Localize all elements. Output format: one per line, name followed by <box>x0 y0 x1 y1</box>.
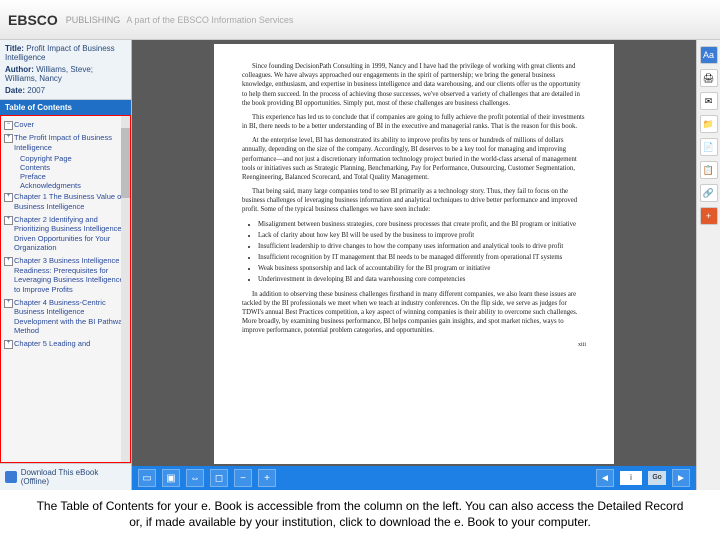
page-bullet: Weak business sponsorship and lack of ac… <box>258 264 586 273</box>
app-header: EBSCO PUBLISHING A part of the EBSCO Inf… <box>0 0 720 40</box>
fit-page-icon[interactable]: ◻ <box>210 469 228 487</box>
toc-item[interactable]: The Profit Impact of Business Intelligen… <box>4 131 127 154</box>
toc-item[interactable]: Cover <box>4 118 127 131</box>
date-label: Date: <box>5 86 25 95</box>
toc-item[interactable]: Chapter 1 The Business Value of Business… <box>4 190 127 213</box>
page-para: That being said, many large companies te… <box>242 187 586 215</box>
page-number: xiii <box>242 341 586 349</box>
view-double-icon[interactable]: ▣ <box>162 469 180 487</box>
page-bullet: Lack of clarity about how key BI will be… <box>258 231 586 240</box>
toc-scrollbar[interactable] <box>121 116 130 462</box>
caption-text: The Table of Contents for your e. Book i… <box>0 490 720 530</box>
toc-heading: Table of Contents <box>0 100 131 115</box>
next-page-icon[interactable]: ► <box>672 469 690 487</box>
permalink-icon[interactable]: 🔗 <box>700 184 718 202</box>
logo-publishing: PUBLISHING <box>66 15 121 25</box>
download-label: Download This eBook (Offline) <box>21 468 126 486</box>
toc-item[interactable]: Chapter 2 Identifying and Prioritizing B… <box>4 213 127 255</box>
email-icon[interactable]: ✉ <box>700 92 718 110</box>
toc-item[interactable]: Chapter 4 Business-Centric Business Inte… <box>4 296 127 338</box>
page-input[interactable]: i <box>620 471 642 485</box>
tagline: A part of the EBSCO Information Services <box>126 15 293 25</box>
zoom-in-icon[interactable]: + <box>258 469 276 487</box>
page-bullet: Underinvestment in developing BI and dat… <box>258 275 586 284</box>
author-label: Author: <box>5 65 34 74</box>
page-para: This experience has led us to conclude t… <box>242 113 586 131</box>
view-single-icon[interactable]: ▭ <box>138 469 156 487</box>
toc-item[interactable]: Acknowledgments <box>4 181 127 190</box>
title-label: Title: <box>5 44 24 53</box>
page-content: Since founding DecisionPath Consulting i… <box>214 44 614 464</box>
page-bullet: Insufficient recognition by IT managemen… <box>258 253 586 262</box>
font-tool-icon[interactable]: Aa <box>700 46 718 64</box>
print-icon[interactable]: 🖨 <box>700 69 718 87</box>
left-sidebar: Title: Profit Impact of Business Intelli… <box>0 40 132 490</box>
toc-item[interactable]: Copyright Page <box>4 154 127 163</box>
logo-ebsco: EBSCO <box>8 12 58 28</box>
book-metadata: Title: Profit Impact of Business Intelli… <box>0 40 131 100</box>
page-bullet: Insufficient leadership to drive changes… <box>258 242 586 251</box>
date-value: 2007 <box>27 86 45 95</box>
prev-page-icon[interactable]: ◄ <box>596 469 614 487</box>
reader-pane: Since founding DecisionPath Consulting i… <box>132 40 696 490</box>
toc-item[interactable]: Chapter 5 Leading and <box>4 337 127 350</box>
fit-width-icon[interactable]: ⇔ <box>186 469 204 487</box>
toc-item[interactable]: Chapter 3 Business Intelligence Readines… <box>4 254 127 296</box>
cite-icon[interactable]: 📋 <box>700 161 718 179</box>
go-button[interactable]: Go <box>648 471 666 485</box>
right-toolbar: Aa 🖨 ✉ 📁 📄 📋 🔗 + <box>696 40 720 490</box>
share-icon[interactable]: + <box>700 207 718 225</box>
reader-toolbar: ▭ ▣ ⇔ ◻ − + ◄ i Go ► <box>132 466 696 490</box>
toc-item[interactable]: Contents <box>4 163 127 172</box>
toc-item[interactable]: Preface <box>4 172 127 181</box>
folder-icon[interactable]: 📁 <box>700 115 718 133</box>
page-bullet: Misalignment between business strategies… <box>258 220 586 229</box>
download-icon <box>5 471 17 483</box>
save-page-icon[interactable]: 📄 <box>700 138 718 156</box>
download-ebook-button[interactable]: Download This eBook (Offline) <box>0 463 131 490</box>
page-para: Since founding DecisionPath Consulting i… <box>242 62 586 108</box>
page-para: In addition to observing these business … <box>242 290 586 336</box>
page-para: At the enterprise level, BI has demonstr… <box>242 136 586 182</box>
toc-container: CoverThe Profit Impact of Business Intel… <box>0 115 131 463</box>
zoom-out-icon[interactable]: − <box>234 469 252 487</box>
